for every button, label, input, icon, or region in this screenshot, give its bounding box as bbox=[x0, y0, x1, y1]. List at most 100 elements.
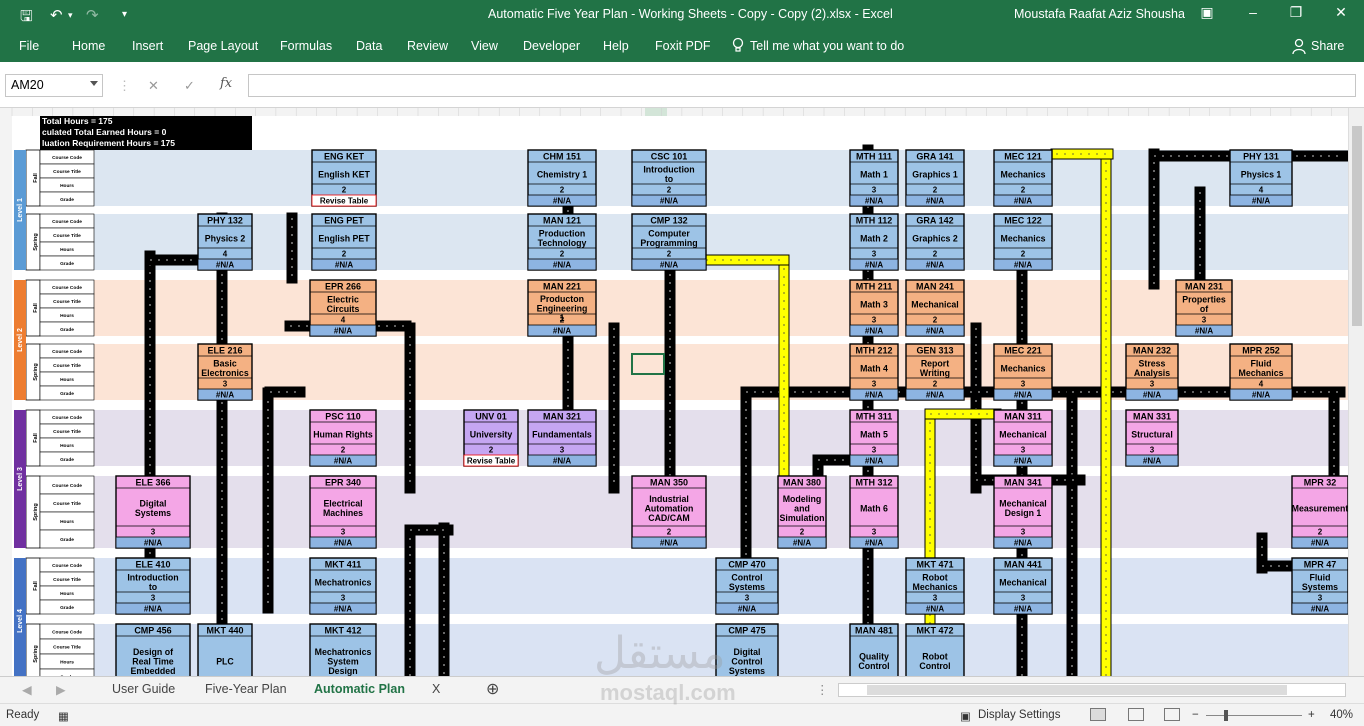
course-hours: 4 bbox=[1259, 380, 1264, 389]
course-title: Systems bbox=[135, 508, 171, 518]
course-code: EPR 266 bbox=[325, 282, 361, 292]
course-grade: #N/A bbox=[660, 539, 678, 548]
row-label: Course Code bbox=[52, 630, 82, 636]
course-title: Electrical bbox=[323, 499, 362, 509]
course-grade: #N/A bbox=[335, 261, 353, 270]
course-box: Revise Table 2 UNV 01 University bbox=[463, 409, 519, 467]
tab-developer[interactable]: Developer bbox=[523, 39, 580, 53]
course-grade: #N/A bbox=[553, 327, 571, 336]
course-title: Math 4 bbox=[860, 363, 888, 373]
sheet-tab-automatic-plan[interactable]: Automatic Plan bbox=[314, 682, 405, 696]
course-box: #N/A 2 PSC 110 Human Rights bbox=[309, 409, 377, 467]
chevron-down-icon[interactable] bbox=[90, 81, 98, 86]
normal-view-icon[interactable] bbox=[1090, 708, 1106, 721]
display-settings-icon[interactable]: ▣ bbox=[960, 709, 971, 723]
course-title: University bbox=[470, 429, 513, 439]
undo-icon[interactable]: ↶ bbox=[50, 6, 63, 24]
course-title: PLC bbox=[216, 656, 234, 666]
row-label: Course Title bbox=[53, 501, 81, 507]
tab-view[interactable]: View bbox=[471, 39, 498, 53]
course-box: #N/A 2 CSC 101 Introductionto bbox=[631, 149, 707, 207]
enter-check-icon[interactable]: ✓ bbox=[184, 78, 195, 94]
page-layout-view-icon[interactable] bbox=[1128, 708, 1144, 721]
course-grade: #N/A bbox=[926, 197, 944, 206]
course-hours: 2 bbox=[933, 316, 938, 325]
cancel-icon[interactable]: ✕ bbox=[148, 78, 159, 94]
formula-input[interactable] bbox=[248, 74, 1356, 97]
horizontal-scrollbar[interactable] bbox=[838, 683, 1346, 697]
tab-file[interactable]: File bbox=[19, 39, 39, 53]
course-title: to bbox=[149, 582, 158, 592]
active-column-header bbox=[645, 108, 667, 116]
course-code: MAN 241 bbox=[916, 282, 954, 292]
course-code: GRA 142 bbox=[916, 216, 953, 226]
course-title: Systems bbox=[729, 582, 765, 592]
redo-icon[interactable]: ↷ bbox=[86, 6, 99, 24]
share-button[interactable]: Share bbox=[1311, 39, 1344, 53]
tab-formulas[interactable]: Formulas bbox=[280, 39, 332, 53]
macro-record-icon[interactable]: ▦ bbox=[58, 709, 69, 723]
course-box: #N/A 3 ELE 410 Introductionto bbox=[115, 557, 191, 615]
customize-quick-access-icon[interactable]: ▾ bbox=[122, 9, 127, 20]
worksheet-grid[interactable]: Fall Course Code Course Title Hours Grade Spr… bbox=[0, 108, 1348, 676]
zoom-slider[interactable] bbox=[1206, 710, 1302, 721]
sheet-tab-x[interactable]: X bbox=[432, 682, 440, 696]
tell-me-search[interactable]: Tell me what you want to do bbox=[750, 39, 904, 53]
tab-options-icon[interactable]: ⋮ bbox=[816, 682, 829, 697]
course-title: Introduction bbox=[127, 573, 178, 583]
course-box: #N/A 3 MTH 211 Math 3 bbox=[849, 279, 899, 337]
restore-icon[interactable]: ❐ bbox=[1283, 4, 1309, 24]
zoom-out-icon[interactable]: − bbox=[1192, 709, 1199, 721]
new-sheet-icon[interactable]: ⊕ bbox=[486, 679, 499, 699]
course-code: MTH 112 bbox=[856, 216, 893, 226]
course-code: CMP 470 bbox=[728, 560, 765, 570]
row-label: Hours bbox=[60, 443, 74, 449]
row-label: Hours bbox=[60, 519, 74, 525]
close-icon[interactable]: ✕ bbox=[1328, 4, 1354, 24]
course-box: #N/A 3 MAN 232 StressAnalysis bbox=[1125, 343, 1179, 401]
prev-sheet-icon[interactable]: ◀ bbox=[22, 682, 32, 697]
tab-help[interactable]: Help bbox=[603, 39, 629, 53]
sheet-tab-user-guide[interactable]: User Guide bbox=[112, 682, 175, 696]
name-box[interactable]: AM20 bbox=[5, 74, 103, 97]
course-hours: 3 bbox=[1021, 528, 1026, 537]
user-name[interactable]: Moustafa Raafat Aziz Shousha bbox=[1014, 7, 1185, 21]
course-title: Control bbox=[858, 661, 889, 671]
course-code: MAN 232 bbox=[1133, 346, 1171, 356]
course-box: #N/A 3 MAN 311 Mechanical bbox=[993, 409, 1053, 467]
hscroll-thumb[interactable] bbox=[867, 685, 1287, 695]
tab-page-layout[interactable]: Page Layout bbox=[188, 39, 258, 53]
ribbon-display-options-icon[interactable]: ▣ bbox=[1194, 4, 1220, 24]
course-hours: 2 bbox=[933, 250, 938, 259]
insert-function-icon[interactable]: fx bbox=[220, 76, 232, 91]
course-hours: 3 bbox=[872, 446, 877, 455]
course-hours: 3 bbox=[1202, 316, 1207, 325]
course-code: PHY 132 bbox=[207, 216, 243, 226]
save-icon[interactable]: 🖫 bbox=[20, 6, 33, 31]
tab-foxit-pdf[interactable]: Foxit PDF bbox=[655, 39, 711, 53]
scroll-thumb[interactable] bbox=[1352, 126, 1362, 326]
minimize-icon[interactable]: – bbox=[1240, 4, 1266, 24]
display-settings-button[interactable]: Display Settings bbox=[978, 709, 1060, 721]
course-code: UNV 01 bbox=[475, 412, 507, 422]
course-grade: #N/A bbox=[553, 457, 571, 466]
course-hours: 2 bbox=[933, 186, 938, 195]
tab-home[interactable]: Home bbox=[72, 39, 105, 53]
sheet-tab-five-year-plan[interactable]: Five-Year Plan bbox=[205, 682, 287, 696]
status-ready: Ready bbox=[6, 709, 40, 721]
next-sheet-icon[interactable]: ▶ bbox=[56, 682, 66, 697]
tab-insert[interactable]: Insert bbox=[132, 39, 163, 53]
page-break-preview-icon[interactable] bbox=[1164, 708, 1180, 721]
tab-review[interactable]: Review bbox=[407, 39, 448, 53]
tab-data[interactable]: Data bbox=[356, 39, 382, 53]
zoom-slider-knob[interactable] bbox=[1224, 710, 1228, 721]
course-title: Electronics bbox=[201, 368, 249, 378]
zoom-level[interactable]: 40% bbox=[1330, 709, 1353, 721]
term-label: Spring bbox=[33, 363, 39, 380]
undo-dropdown-icon[interactable]: ▾ bbox=[68, 10, 73, 21]
course-code: EPR 340 bbox=[325, 478, 361, 488]
course-box: CMP 456 Design ofReal TimeEmbedded bbox=[115, 623, 191, 676]
vertical-scrollbar[interactable] bbox=[1348, 108, 1364, 676]
course-grade: #N/A bbox=[216, 391, 234, 400]
zoom-in-icon[interactable]: + bbox=[1308, 709, 1315, 721]
